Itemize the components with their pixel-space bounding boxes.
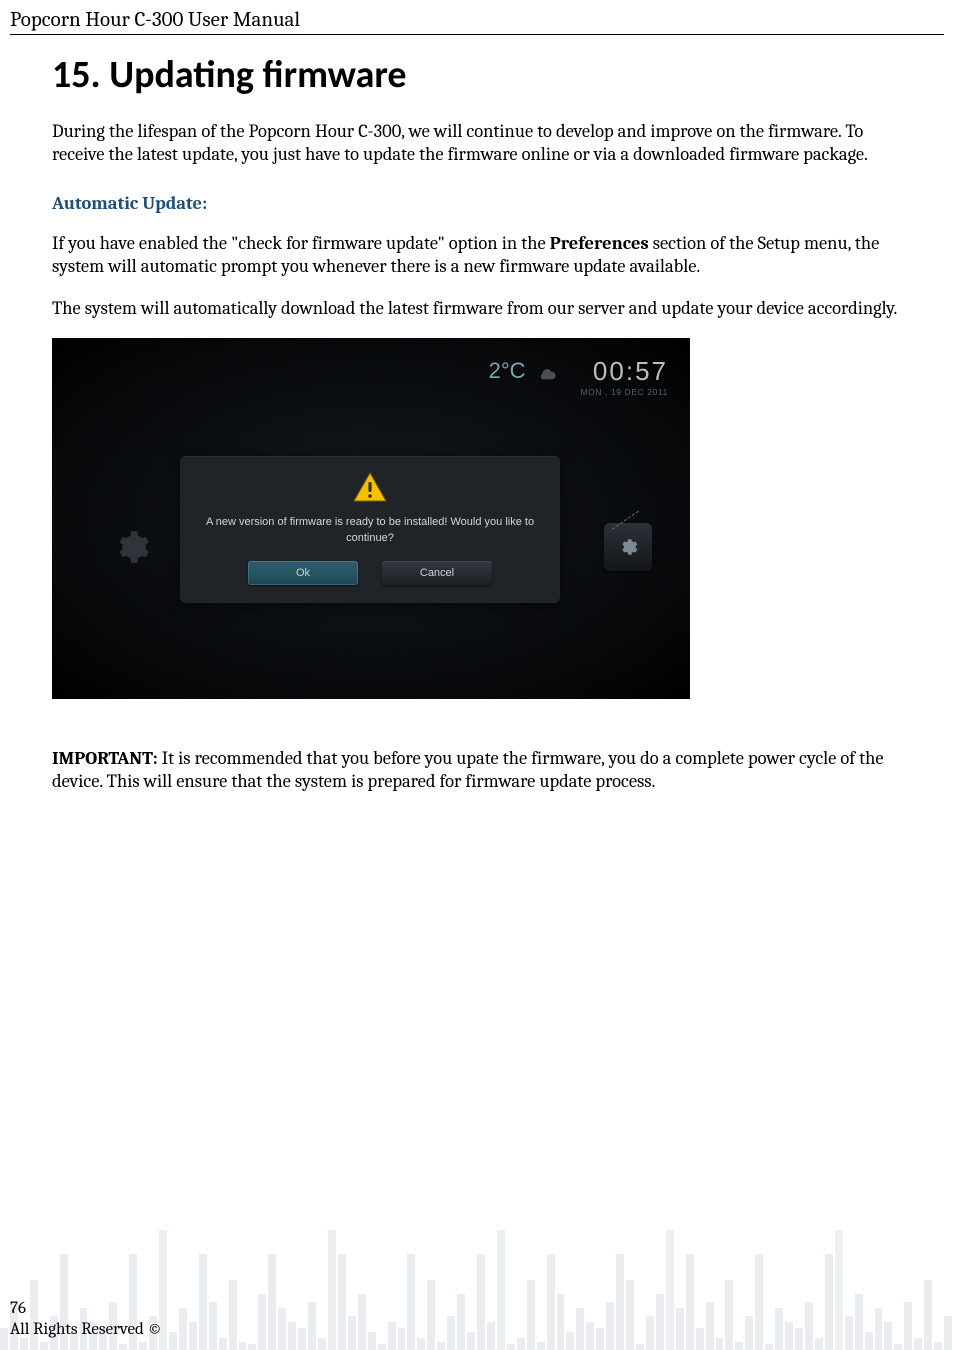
page-title: 15. Updating firmware bbox=[52, 52, 902, 98]
para-auto-download: The system will automatically download t… bbox=[52, 297, 902, 320]
para-preferences-a: If you have enabled the "check for firmw… bbox=[52, 232, 550, 254]
important-lead: IMPORTANT: bbox=[52, 747, 158, 769]
para-preferences-bold: Preferences bbox=[550, 232, 649, 254]
para-preferences: If you have enabled the "check for firmw… bbox=[52, 232, 902, 278]
clock-date: MON , 19 DEC 2011 bbox=[580, 387, 668, 397]
intro-para: During the lifespan of the Popcorn Hour … bbox=[52, 120, 902, 166]
firmware-prompt-screenshot: 2°C 00:57 MON , 19 DEC 2011 A new bbox=[52, 338, 690, 699]
cancel-button[interactable]: Cancel bbox=[382, 561, 492, 585]
important-rest: It is recommended that you before you up… bbox=[52, 747, 884, 792]
page-footer: 76 All Rights Reserved © bbox=[0, 1174, 954, 1350]
weather-icon bbox=[536, 362, 558, 380]
dialog-message: A new version of firmware is ready to be… bbox=[196, 514, 544, 547]
ok-button[interactable]: Ok bbox=[248, 561, 358, 585]
warning-icon bbox=[353, 472, 387, 502]
subhead-automatic-update: Automatic Update: bbox=[52, 192, 902, 214]
firmware-update-dialog: A new version of firmware is ready to be… bbox=[180, 456, 560, 603]
gear-icon bbox=[112, 528, 150, 566]
important-note: IMPORTANT: It is recommended that you be… bbox=[52, 747, 902, 793]
running-head: Popcorn Hour C-300 User Manual bbox=[10, 8, 944, 35]
rights-text: All Rights Reserved © bbox=[10, 1319, 162, 1340]
setup-tile[interactable] bbox=[604, 523, 652, 571]
weather-temperature: 2°C bbox=[489, 358, 526, 384]
page-number: 76 bbox=[10, 1298, 162, 1319]
clock-time: 00:57 bbox=[580, 358, 668, 384]
